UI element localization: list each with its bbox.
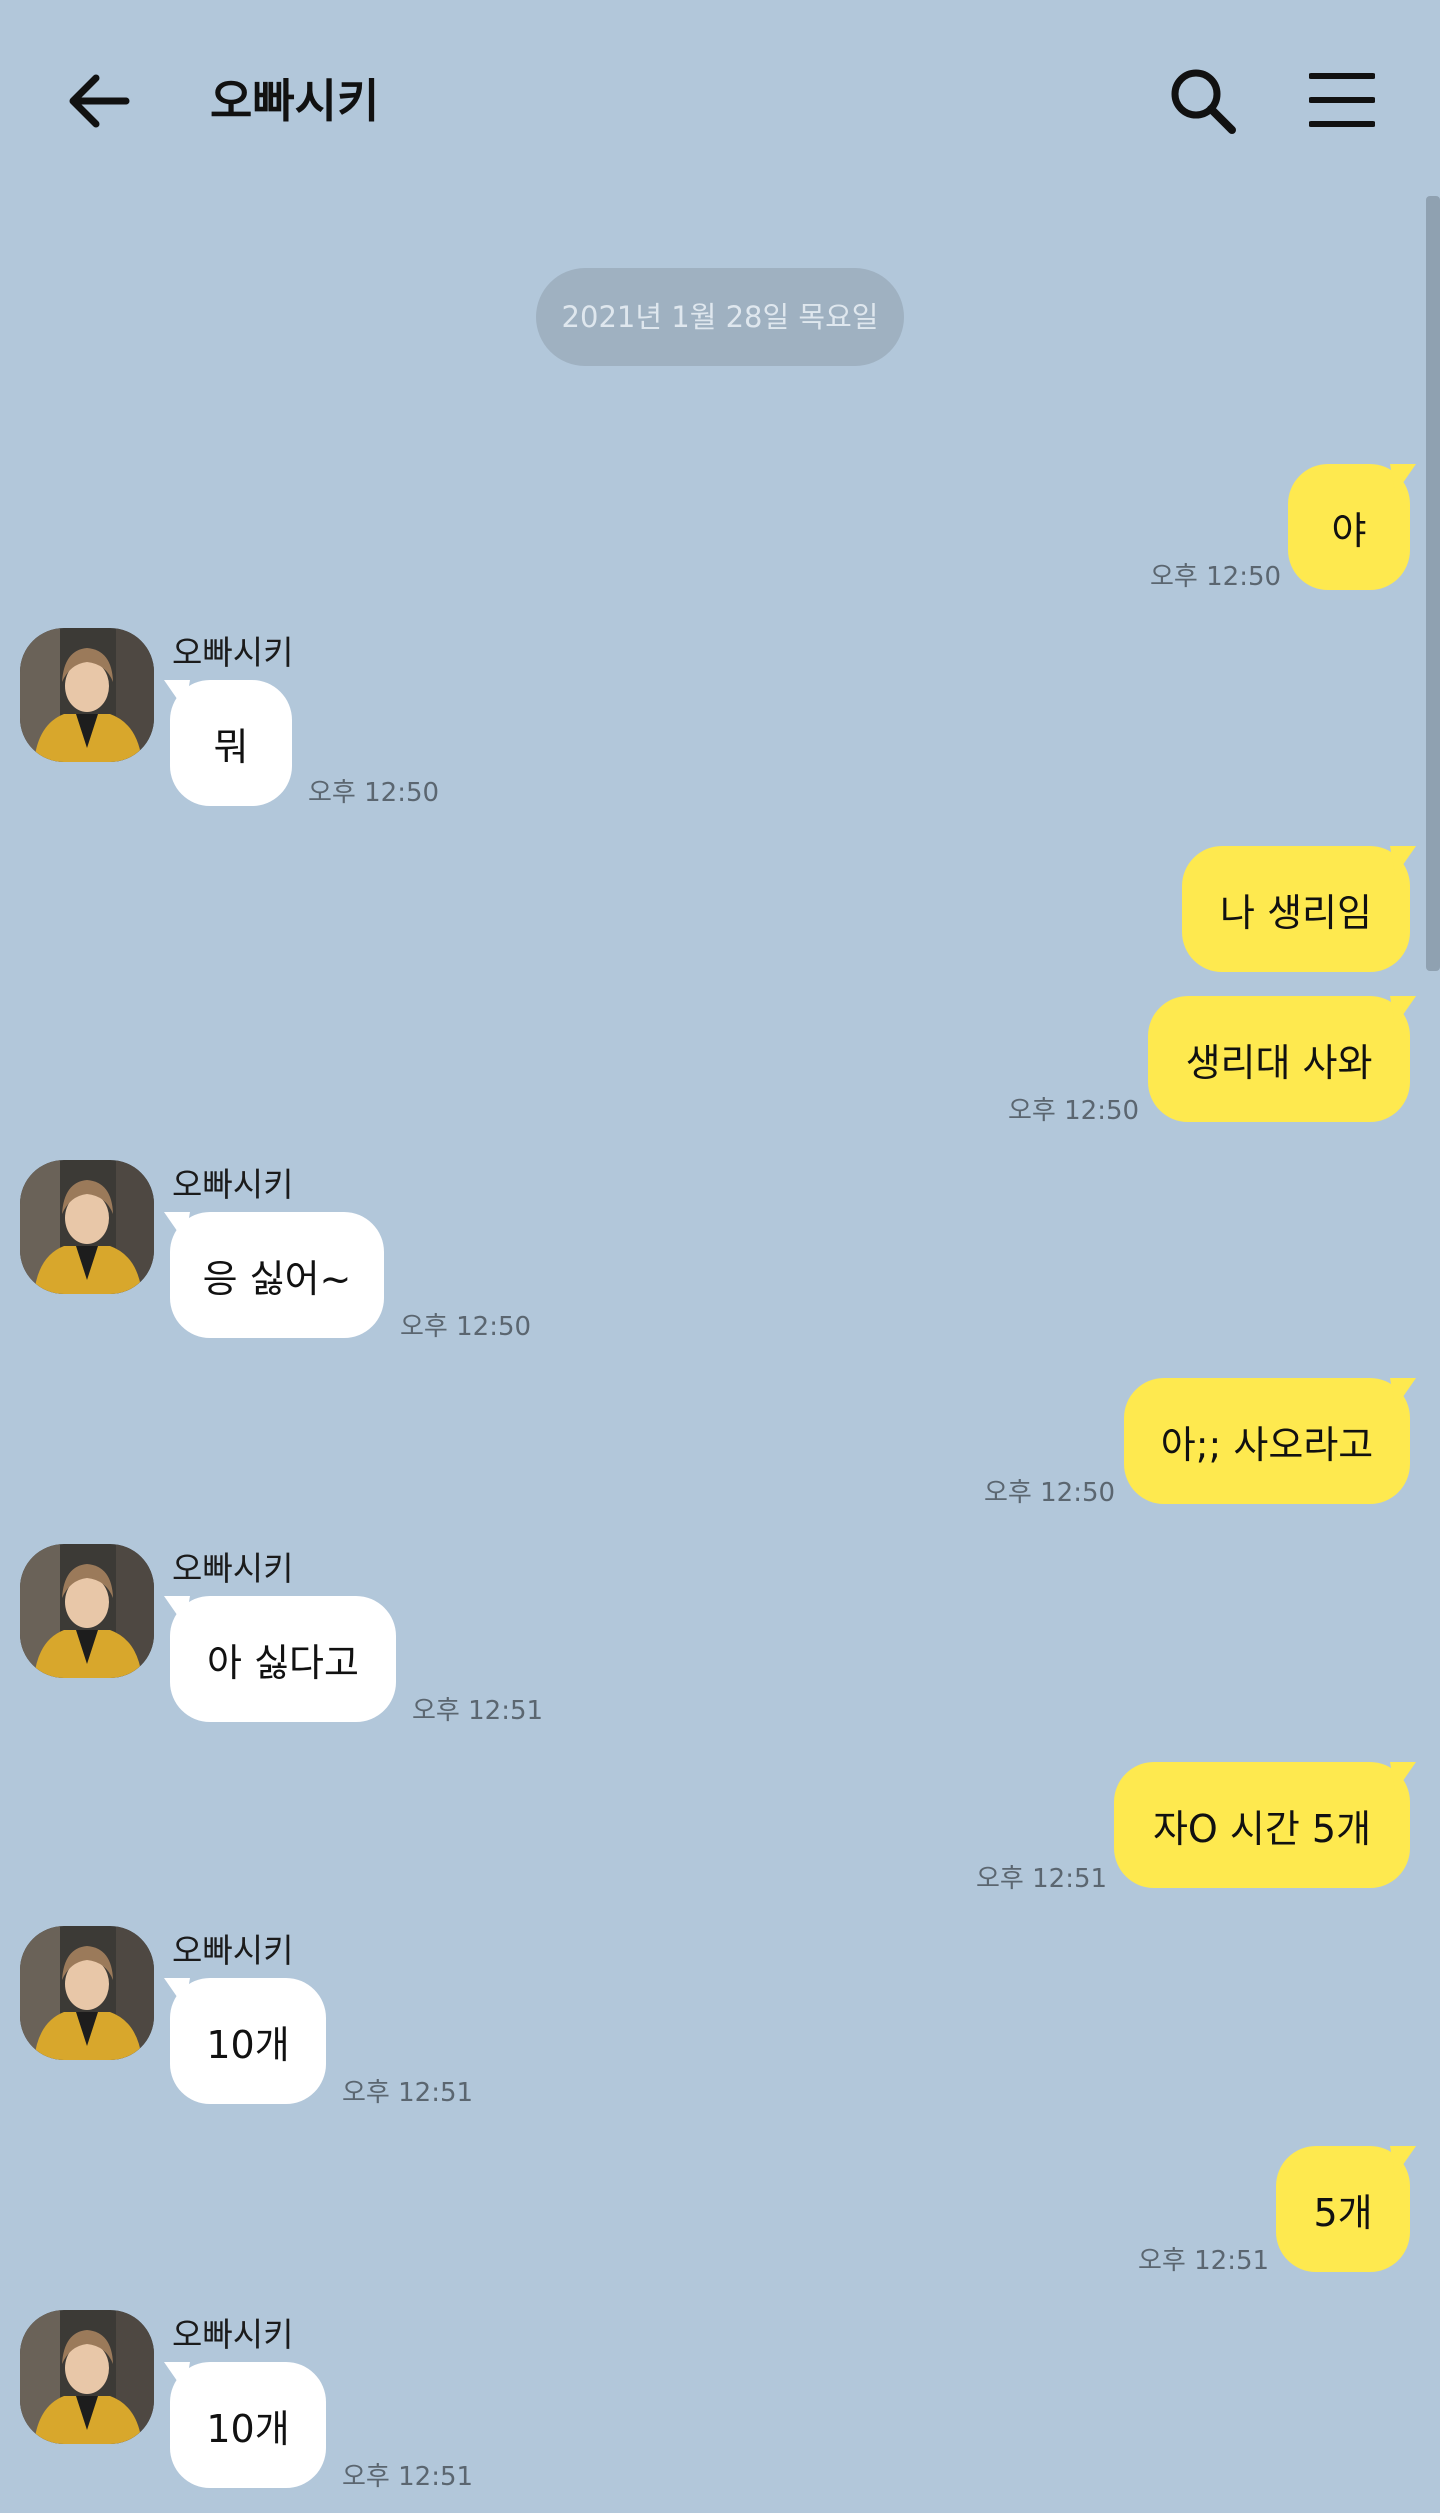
my-message-bubble[interactable]: 야: [1288, 464, 1410, 590]
date-divider: 2021년 1월 28일 목요일: [536, 268, 904, 366]
message-time: 오후 12:50: [1150, 562, 1282, 592]
my-message-bubble[interactable]: 5개: [1276, 2146, 1410, 2272]
avatar[interactable]: [20, 2310, 154, 2444]
my-message-bubble[interactable]: 자O 시간 5개: [1114, 1762, 1410, 1888]
message-time: 오후 12:51: [1138, 2246, 1270, 2276]
message-time: 오후 12:51: [412, 1696, 544, 1726]
chat-header: 오빠시키: [0, 0, 1440, 196]
message-time: 오후 12:50: [400, 1312, 532, 1342]
my-message-bubble[interactable]: 아;; 사오라고: [1124, 1378, 1410, 1504]
their-message-bubble[interactable]: 뭐: [170, 680, 292, 806]
scrollbar[interactable]: [1426, 196, 1440, 971]
menu-icon: [1309, 73, 1375, 127]
avatar[interactable]: [20, 628, 154, 762]
menu-button[interactable]: [1300, 58, 1384, 142]
search-button[interactable]: [1160, 58, 1244, 142]
sender-name: 오빠시키: [172, 633, 294, 672]
their-message-bubble[interactable]: 응 싫어~: [170, 1212, 384, 1338]
search-icon: [1171, 69, 1236, 134]
message-time: 오후 12:51: [976, 1864, 1108, 1894]
chat-title: 오빠시키: [210, 74, 380, 128]
their-message-bubble[interactable]: 10개: [170, 1978, 326, 2104]
avatar[interactable]: [20, 1160, 154, 1294]
my-message-bubble[interactable]: 생리대 사와: [1148, 996, 1410, 1122]
message-time: 오후 12:50: [984, 1478, 1116, 1508]
sender-name: 오빠시키: [172, 1165, 294, 1204]
arrow-left-icon: [69, 74, 130, 128]
sender-name: 오빠시키: [172, 2315, 294, 2354]
sender-name: 오빠시키: [172, 1549, 294, 1588]
avatar[interactable]: [20, 1926, 154, 2060]
avatar[interactable]: [20, 1544, 154, 1678]
sender-name: 오빠시키: [172, 1931, 294, 1970]
their-message-bubble[interactable]: 10개: [170, 2362, 326, 2488]
my-message-bubble[interactable]: 나 생리임: [1182, 846, 1410, 972]
message-time: 오후 12:51: [342, 2078, 474, 2108]
message-time: 오후 12:50: [308, 778, 440, 808]
back-button[interactable]: [60, 62, 138, 140]
their-message-bubble[interactable]: 아 싫다고: [170, 1596, 396, 1722]
message-time: 오후 12:50: [1008, 1096, 1140, 1126]
message-time: 오후 12:51: [342, 2462, 474, 2492]
